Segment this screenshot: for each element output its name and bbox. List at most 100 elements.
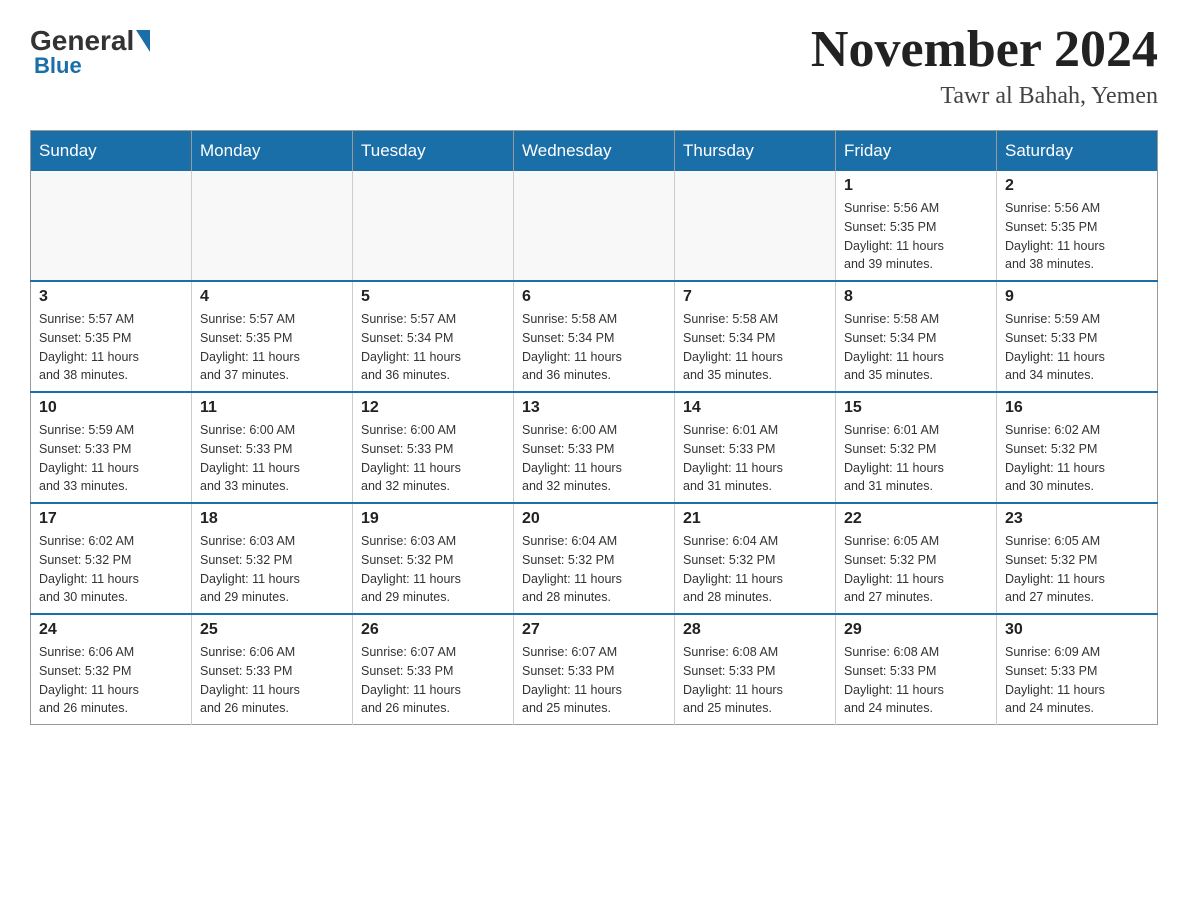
calendar-cell: 4Sunrise: 5:57 AMSunset: 5:35 PMDaylight… — [192, 281, 353, 392]
day-number: 16 — [1005, 399, 1149, 417]
day-number: 30 — [1005, 621, 1149, 639]
day-number: 4 — [200, 288, 344, 306]
weekday-header-wednesday: Wednesday — [514, 131, 675, 172]
calendar-cell — [675, 171, 836, 281]
day-number: 12 — [361, 399, 505, 417]
week-row-3: 10Sunrise: 5:59 AMSunset: 5:33 PMDayligh… — [31, 392, 1158, 503]
calendar-cell — [31, 171, 192, 281]
calendar-cell: 6Sunrise: 5:58 AMSunset: 5:34 PMDaylight… — [514, 281, 675, 392]
day-number: 8 — [844, 288, 988, 306]
day-number: 17 — [39, 510, 183, 528]
calendar-cell: 28Sunrise: 6:08 AMSunset: 5:33 PMDayligh… — [675, 614, 836, 725]
day-number: 29 — [844, 621, 988, 639]
calendar-cell: 3 Sunrise: 5:57 AMSunset: 5:35 PMDaylight… — [31, 281, 192, 392]
weekday-header-row: SundayMondayTuesdayWednesdayThursdayFrid… — [31, 131, 1158, 172]
day-info: Sunrise: 6:08 AMSunset: 5:33 PMDaylight:… — [683, 643, 827, 718]
day-number: 21 — [683, 510, 827, 528]
day-number: 20 — [522, 510, 666, 528]
day-number: 13 — [522, 399, 666, 417]
calendar-cell: 7 Sunrise: 5:58 AMSunset: 5:34 PMDaylight… — [675, 281, 836, 392]
calendar-cell — [192, 171, 353, 281]
day-info: Sunrise: 5:58 AMSunset: 5:34 PMDaylight:… — [683, 310, 827, 385]
calendar-cell: 12 Sunrise: 6:00 AMSunset: 5:33 PMDayligh… — [353, 392, 514, 503]
weekday-header-monday: Monday — [192, 131, 353, 172]
day-info: Sunrise: 6:05 AMSunset: 5:32 PMDaylight:… — [1005, 532, 1149, 607]
day-info: Sunrise: 6:08 AMSunset: 5:33 PMDaylight:… — [844, 643, 988, 718]
day-info: Sunrise: 6:07 AMSunset: 5:33 PMDaylight:… — [522, 643, 666, 718]
day-number: 10 — [39, 399, 183, 417]
day-number: 7 — [683, 288, 827, 306]
calendar-cell: 13Sunrise: 6:00 AMSunset: 5:33 PMDayligh… — [514, 392, 675, 503]
day-info: Sunrise: 6:04 AMSunset: 5:32 PMDaylight:… — [683, 532, 827, 607]
day-info: Sunrise: 6:00 AMSunset: 5:33 PMDaylight:… — [200, 421, 344, 496]
day-info: Sunrise: 5:57 AMSunset: 5:34 PMDaylight:… — [361, 310, 505, 385]
day-info: Sunrise: 5:57 AMSunset: 5:35 PMDaylight:… — [39, 310, 183, 385]
day-number: 3 — [39, 288, 183, 306]
weekday-header-saturday: Saturday — [997, 131, 1158, 172]
calendar-cell: 11 Sunrise: 6:00 AMSunset: 5:33 PMDayligh… — [192, 392, 353, 503]
calendar-cell: 15 Sunrise: 6:01 AMSunset: 5:32 PMDayligh… — [836, 392, 997, 503]
day-info: Sunrise: 5:58 AMSunset: 5:34 PMDaylight:… — [844, 310, 988, 385]
day-info: Sunrise: 5:56 AMSunset: 5:35 PMDaylight:… — [1005, 199, 1149, 274]
weekday-header-tuesday: Tuesday — [353, 131, 514, 172]
day-info: Sunrise: 6:02 AMSunset: 5:32 PMDaylight:… — [1005, 421, 1149, 496]
calendar-cell — [353, 171, 514, 281]
calendar-cell: 18Sunrise: 6:03 AMSunset: 5:32 PMDayligh… — [192, 503, 353, 614]
page-header: General Blue November 2024 Tawr al Bahah… — [30, 20, 1158, 110]
calendar-cell: 8 Sunrise: 5:58 AMSunset: 5:34 PMDaylight… — [836, 281, 997, 392]
day-number: 19 — [361, 510, 505, 528]
day-number: 25 — [200, 621, 344, 639]
calendar-cell: 16 Sunrise: 6:02 AMSunset: 5:32 PMDayligh… — [997, 392, 1158, 503]
calendar-cell: 27Sunrise: 6:07 AMSunset: 5:33 PMDayligh… — [514, 614, 675, 725]
day-info: Sunrise: 6:04 AMSunset: 5:32 PMDaylight:… — [522, 532, 666, 607]
day-number: 15 — [844, 399, 988, 417]
calendar-cell: 1 Sunrise: 5:56 AMSunset: 5:35 PMDaylight… — [836, 171, 997, 281]
logo-blue-text: Blue — [30, 53, 82, 79]
calendar-cell: 22 Sunrise: 6:05 AMSunset: 5:32 PMDayligh… — [836, 503, 997, 614]
calendar-cell: 20 Sunrise: 6:04 AMSunset: 5:32 PMDayligh… — [514, 503, 675, 614]
calendar-cell: 29 Sunrise: 6:08 AMSunset: 5:33 PMDayligh… — [836, 614, 997, 725]
weekday-header-sunday: Sunday — [31, 131, 192, 172]
day-number: 24 — [39, 621, 183, 639]
calendar-cell: 30Sunrise: 6:09 AMSunset: 5:33 PMDayligh… — [997, 614, 1158, 725]
day-info: Sunrise: 6:06 AMSunset: 5:32 PMDaylight:… — [39, 643, 183, 718]
day-number: 23 — [1005, 510, 1149, 528]
title-area: November 2024 Tawr al Bahah, Yemen — [811, 20, 1158, 110]
calendar-cell: 23 Sunrise: 6:05 AMSunset: 5:32 PMDayligh… — [997, 503, 1158, 614]
month-title: November 2024 — [811, 20, 1158, 79]
day-number: 2 — [1005, 177, 1149, 195]
day-number: 11 — [200, 399, 344, 417]
calendar-cell: 2 Sunrise: 5:56 AMSunset: 5:35 PMDaylight… — [997, 171, 1158, 281]
day-info: Sunrise: 6:07 AMSunset: 5:33 PMDaylight:… — [361, 643, 505, 718]
day-info: Sunrise: 6:01 AMSunset: 5:33 PMDaylight:… — [683, 421, 827, 496]
week-row-4: 17Sunrise: 6:02 AMSunset: 5:32 PMDayligh… — [31, 503, 1158, 614]
week-row-2: 3 Sunrise: 5:57 AMSunset: 5:35 PMDaylight… — [31, 281, 1158, 392]
calendar-cell — [514, 171, 675, 281]
calendar-cell: 21 Sunrise: 6:04 AMSunset: 5:32 PMDayligh… — [675, 503, 836, 614]
day-number: 1 — [844, 177, 988, 195]
calendar-cell: 26 Sunrise: 6:07 AMSunset: 5:33 PMDayligh… — [353, 614, 514, 725]
day-number: 26 — [361, 621, 505, 639]
day-info: Sunrise: 6:05 AMSunset: 5:32 PMDaylight:… — [844, 532, 988, 607]
logo: General Blue — [30, 20, 152, 79]
calendar-table: SundayMondayTuesdayWednesdayThursdayFrid… — [30, 130, 1158, 725]
day-info: Sunrise: 5:56 AMSunset: 5:35 PMDaylight:… — [844, 199, 988, 274]
week-row-5: 24 Sunrise: 6:06 AMSunset: 5:32 PMDayligh… — [31, 614, 1158, 725]
day-number: 18 — [200, 510, 344, 528]
calendar-cell: 24 Sunrise: 6:06 AMSunset: 5:32 PMDayligh… — [31, 614, 192, 725]
day-info: Sunrise: 6:00 AMSunset: 5:33 PMDaylight:… — [361, 421, 505, 496]
day-info: Sunrise: 6:03 AMSunset: 5:32 PMDaylight:… — [361, 532, 505, 607]
day-info: Sunrise: 5:59 AMSunset: 5:33 PMDaylight:… — [1005, 310, 1149, 385]
day-number: 22 — [844, 510, 988, 528]
weekday-header-thursday: Thursday — [675, 131, 836, 172]
calendar-cell: 17Sunrise: 6:02 AMSunset: 5:32 PMDayligh… — [31, 503, 192, 614]
day-info: Sunrise: 6:06 AMSunset: 5:33 PMDaylight:… — [200, 643, 344, 718]
calendar-cell: 19 Sunrise: 6:03 AMSunset: 5:32 PMDayligh… — [353, 503, 514, 614]
weekday-header-friday: Friday — [836, 131, 997, 172]
location-title: Tawr al Bahah, Yemen — [811, 83, 1158, 110]
day-number: 14 — [683, 399, 827, 417]
day-info: Sunrise: 5:58 AMSunset: 5:34 PMDaylight:… — [522, 310, 666, 385]
day-info: Sunrise: 6:01 AMSunset: 5:32 PMDaylight:… — [844, 421, 988, 496]
calendar-cell: 5Sunrise: 5:57 AMSunset: 5:34 PMDaylight… — [353, 281, 514, 392]
calendar-cell: 25 Sunrise: 6:06 AMSunset: 5:33 PMDayligh… — [192, 614, 353, 725]
